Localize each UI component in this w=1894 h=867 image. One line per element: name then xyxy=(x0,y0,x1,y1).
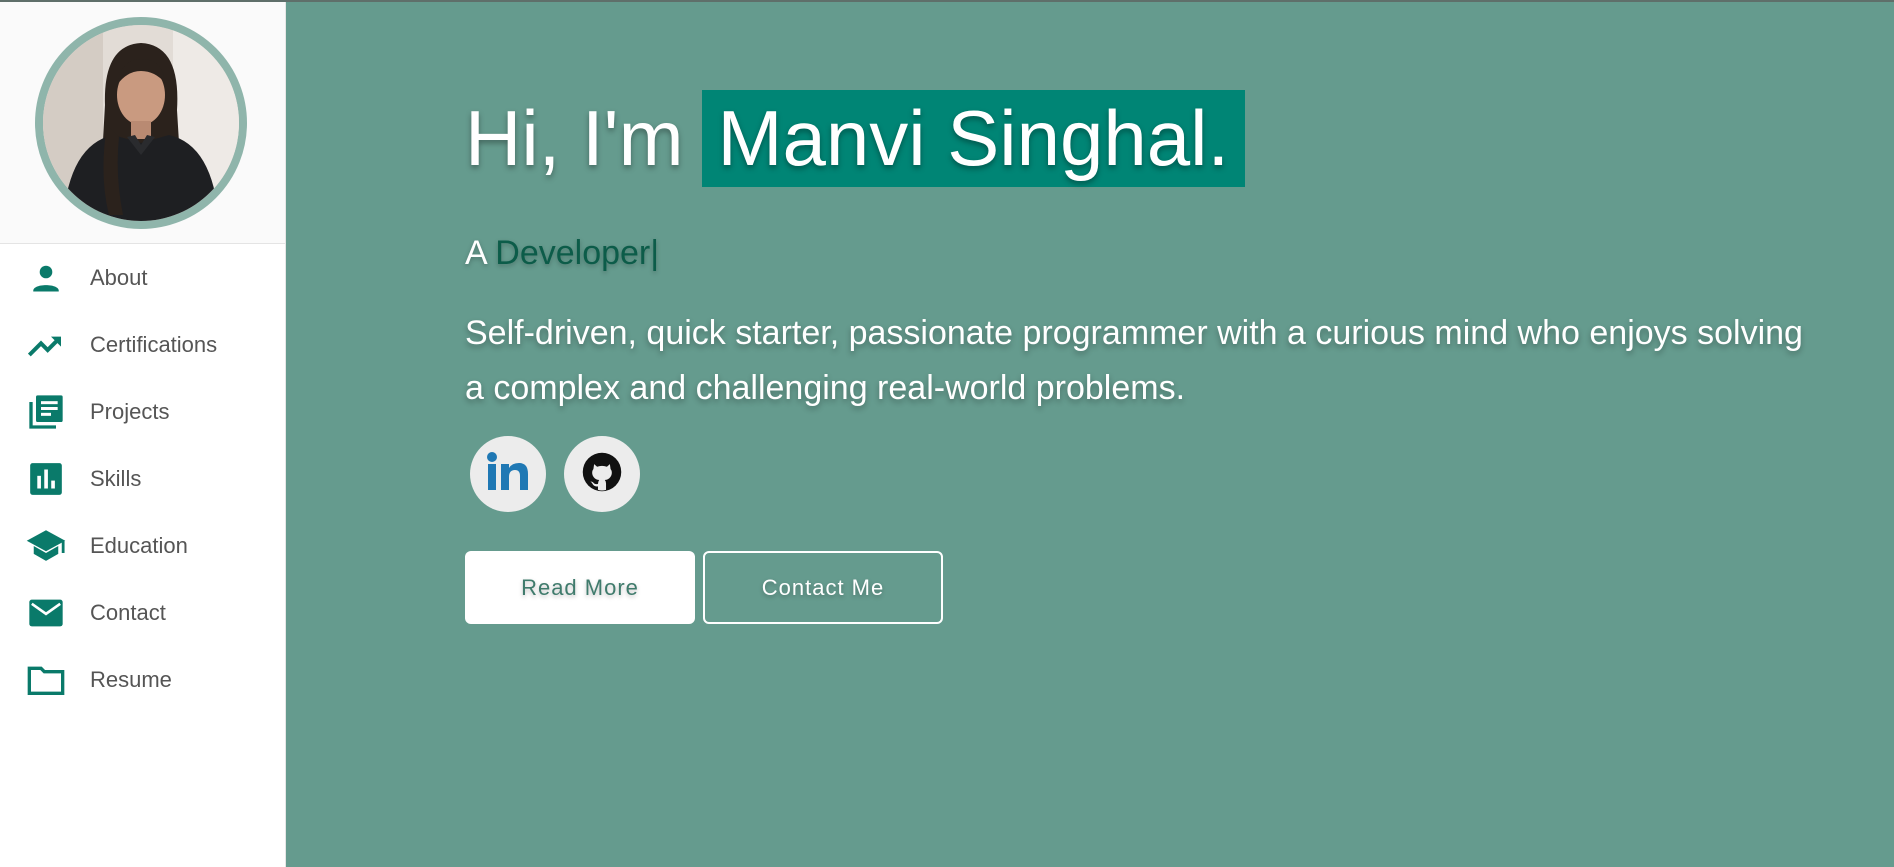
contact-me-button[interactable]: Contact Me xyxy=(703,551,943,624)
profile-photo xyxy=(43,25,239,221)
sidebar-item-label: Skills xyxy=(90,465,142,491)
role-line: A Developer| xyxy=(465,234,659,273)
greeting-prefix: Hi, I'm xyxy=(465,94,684,182)
sidebar-item-education[interactable]: Education xyxy=(0,512,285,579)
mail-icon xyxy=(25,592,67,634)
sidebar-item-label: Contact xyxy=(90,599,166,625)
sidebar-item-projects[interactable]: Projects xyxy=(0,378,285,445)
role-typed-word: Developer| xyxy=(495,234,660,272)
sidebar-item-certifications[interactable]: Certifications xyxy=(0,311,285,378)
sidebar-item-skills[interactable]: Skills xyxy=(0,445,285,512)
read-more-button[interactable]: Read More xyxy=(465,551,695,624)
linkedin-link[interactable] xyxy=(470,436,546,512)
sidebar-item-label: Projects xyxy=(90,398,170,424)
school-icon xyxy=(25,525,67,567)
sidebar-item-resume[interactable]: Resume xyxy=(0,646,285,713)
sidebar-nav: About Certifications Projects Skills Edu… xyxy=(0,244,285,713)
sidebar-item-label: Resume xyxy=(90,666,172,692)
bio-text: Self-driven, quick starter, passionate p… xyxy=(465,314,1803,407)
trending-up-icon xyxy=(25,324,67,366)
sidebar-item-label: Education xyxy=(90,532,188,558)
person-icon xyxy=(25,257,67,299)
github-link[interactable] xyxy=(564,436,640,512)
avatar xyxy=(35,17,247,229)
sidebar-item-label: About xyxy=(90,264,148,290)
sidebar: About Certifications Projects Skills Edu… xyxy=(0,2,286,867)
library-books-icon xyxy=(25,391,67,433)
sidebar-item-contact[interactable]: Contact xyxy=(0,579,285,646)
sidebar-item-label: Certifications xyxy=(90,331,218,357)
bar-chart-icon xyxy=(25,458,67,500)
github-icon xyxy=(581,451,623,498)
sidebar-item-about[interactable]: About xyxy=(0,244,285,311)
name-highlight: Manvi Singhal. xyxy=(701,90,1246,187)
profile-section xyxy=(0,2,285,244)
linkedin-icon xyxy=(484,450,532,499)
role-prefix: A xyxy=(465,234,486,272)
hero-section: Hi, I'm Manvi Singhal. A Developer| Self… xyxy=(286,2,1894,867)
page-title: Hi, I'm Manvi Singhal. xyxy=(465,90,1246,187)
folder-icon xyxy=(25,659,67,701)
